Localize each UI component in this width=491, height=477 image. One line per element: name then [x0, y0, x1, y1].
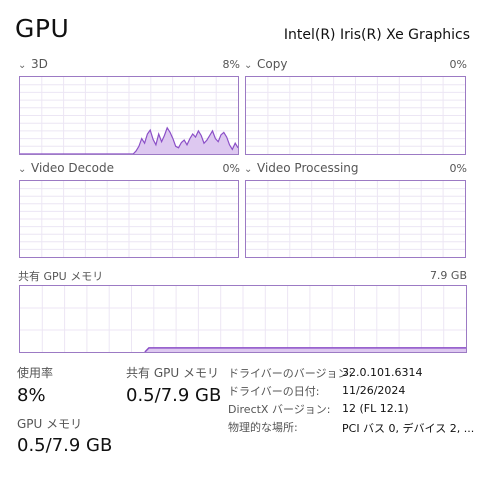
utilization-value: 8% — [17, 385, 46, 406]
gpu-memory-label: GPU メモリ — [17, 417, 83, 431]
engine-graph-video-decode-svg — [20, 181, 238, 257]
page-title: GPU — [15, 14, 70, 43]
utilization-label: 使用率 — [17, 366, 54, 380]
chevron-down-icon: ⌄ — [244, 164, 253, 175]
shared-memory-graph-svg — [20, 286, 466, 352]
info-key-driver-version: ドライバーのバージョン: — [228, 367, 353, 380]
info-value-directx-version: 12 (FL 12.1) — [342, 402, 409, 415]
shared-memory-graph — [19, 285, 467, 353]
engine-label-copy: Copy — [257, 57, 288, 71]
engine-label-video-decode: Video Decode — [31, 161, 114, 175]
engine-percent-3d: 8% — [222, 58, 240, 71]
engine-percent-copy: 0% — [449, 58, 467, 71]
chevron-down-icon: ⌄ — [18, 164, 27, 175]
chevron-down-icon: ⌄ — [244, 60, 253, 71]
engine-graph-video-processing — [245, 180, 466, 258]
info-value-driver-date: 11/26/2024 — [342, 384, 406, 397]
chevron-down-icon: ⌄ — [18, 60, 27, 71]
engine-selector-video-processing[interactable]: ⌄ Video Processing — [244, 161, 359, 175]
engine-graph-3d-svg — [20, 77, 238, 154]
engine-graph-3d — [19, 76, 239, 155]
engine-selector-copy[interactable]: ⌄ Copy — [244, 57, 287, 71]
adapter-name: Intel(R) Iris(R) Xe Graphics — [283, 27, 470, 43]
shared-memory-label: 共有 GPU メモリ — [126, 366, 219, 380]
engine-label-3d: 3D — [31, 57, 48, 71]
info-key-directx-version: DirectX バージョン: — [228, 403, 331, 416]
shared-memory-value: 0.5/7.9 GB — [126, 385, 222, 406]
engine-selector-video-decode[interactable]: ⌄ Video Decode — [18, 161, 114, 175]
gpu-memory-value: 0.5/7.9 GB — [17, 435, 113, 456]
shared-memory-graph-max: 7.9 GB — [429, 269, 467, 282]
engine-graph-copy-svg — [246, 77, 465, 154]
engine-percent-video-decode: 0% — [222, 162, 240, 175]
engine-selector-3d[interactable]: ⌄ 3D — [18, 57, 48, 71]
info-value-physical-location: PCI バス 0, デバイス 2, ... — [342, 422, 475, 435]
engine-percent-video-processing: 0% — [449, 162, 467, 175]
engine-graph-video-processing-svg — [246, 181, 465, 257]
shared-memory-graph-label: 共有 GPU メモリ — [18, 270, 104, 283]
info-key-driver-date: ドライバーの日付: — [228, 385, 320, 398]
engine-graph-copy — [245, 76, 466, 155]
engine-label-video-processing: Video Processing — [257, 161, 359, 175]
engine-graph-video-decode — [19, 180, 239, 258]
info-key-physical-location: 物理的な場所: — [228, 421, 298, 434]
info-value-driver-version: 32.0.101.6314 — [342, 366, 423, 379]
